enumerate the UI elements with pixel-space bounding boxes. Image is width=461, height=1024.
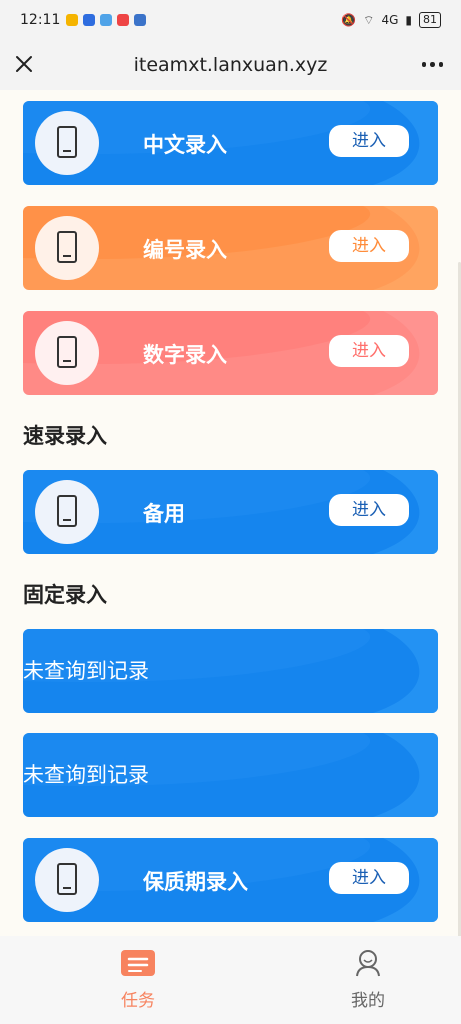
card-shelf-life-entry[interactable]: 保质期录入 进入 (23, 838, 438, 922)
app-notification-icon (134, 14, 146, 26)
card-label: 备用 (143, 502, 185, 526)
tab-icon-wrap (308, 948, 428, 978)
more-dot (438, 62, 443, 67)
app-notification-icon (117, 14, 129, 26)
signal-icon: ▮ (405, 13, 412, 27)
card-label: 数字录入 (143, 343, 227, 367)
empty-message: 未查询到记录 (23, 763, 149, 787)
tab-label: 任务 (121, 991, 155, 1011)
more-dot (430, 62, 435, 67)
tab-label: 我的 (351, 991, 385, 1011)
tablet-icon (57, 231, 77, 263)
card-label: 编号录入 (143, 238, 227, 262)
tab-tasks[interactable]: 任务 (78, 948, 198, 1011)
app-notification-icon (66, 14, 78, 26)
section-title-fixed: 固定录入 (23, 583, 107, 607)
card-chinese-entry[interactable]: 中文录入 进入 (23, 101, 438, 185)
empty-message: 未查询到记录 (23, 659, 149, 683)
mute-icon: 🔕 (341, 13, 357, 27)
status-time: 12:11 (20, 12, 61, 28)
tab-icon-wrap (78, 948, 198, 978)
card-digit-entry[interactable]: 数字录入 进入 (23, 311, 438, 395)
empty-record-card: 未查询到记录 (23, 733, 438, 817)
status-bar: 12:11 🔕 ⌔ 4G ▮ 81 (0, 0, 461, 40)
status-app-icons (66, 14, 146, 26)
status-indicators: 🔕 ⌔ 4G ▮ 81 (341, 12, 441, 28)
page-url: iteamxt.lanxuan.xyz (133, 54, 328, 76)
card-icon-circle (35, 321, 99, 385)
battery-icon: 81 (419, 12, 441, 28)
card-icon-circle (35, 480, 99, 544)
wifi-icon: ⌔ (363, 12, 375, 27)
browser-title-bar: iteamxt.lanxuan.xyz (0, 40, 461, 90)
more-dot (421, 62, 426, 67)
tablet-icon (57, 495, 77, 527)
enter-button[interactable]: 进入 (329, 125, 409, 157)
card-icon-circle (35, 848, 99, 912)
signal-type: 4G (381, 13, 399, 27)
card-icon-circle (35, 111, 99, 175)
bottom-tab-bar: 任务 我的 (0, 936, 461, 1024)
card-backup[interactable]: 备用 进入 (23, 470, 438, 554)
task-list-icon (121, 950, 155, 976)
card-number-entry[interactable]: 编号录入 进入 (23, 206, 438, 290)
tab-mine[interactable]: 我的 (308, 948, 428, 1011)
tablet-icon (57, 336, 77, 368)
empty-record-card: 未查询到记录 (23, 629, 438, 713)
enter-button[interactable]: 进入 (329, 862, 409, 894)
main-content[interactable]: 中文录入 进入 编号录入 进入 数字录入 进入 速录录入 备用 进入 固定录入 … (0, 90, 461, 936)
tablet-icon (57, 126, 77, 158)
enter-button[interactable]: 进入 (329, 494, 409, 526)
more-menu-button[interactable] (421, 62, 443, 67)
tablet-icon (57, 863, 77, 895)
card-icon-circle (35, 216, 99, 280)
app-notification-icon (100, 14, 112, 26)
card-label: 保质期录入 (143, 870, 248, 894)
enter-button[interactable]: 进入 (329, 230, 409, 262)
user-icon (356, 950, 380, 977)
enter-button[interactable]: 进入 (329, 335, 409, 367)
shield-icon (83, 14, 95, 26)
card-label: 中文录入 (143, 133, 227, 157)
section-title-speed: 速录录入 (23, 424, 107, 448)
